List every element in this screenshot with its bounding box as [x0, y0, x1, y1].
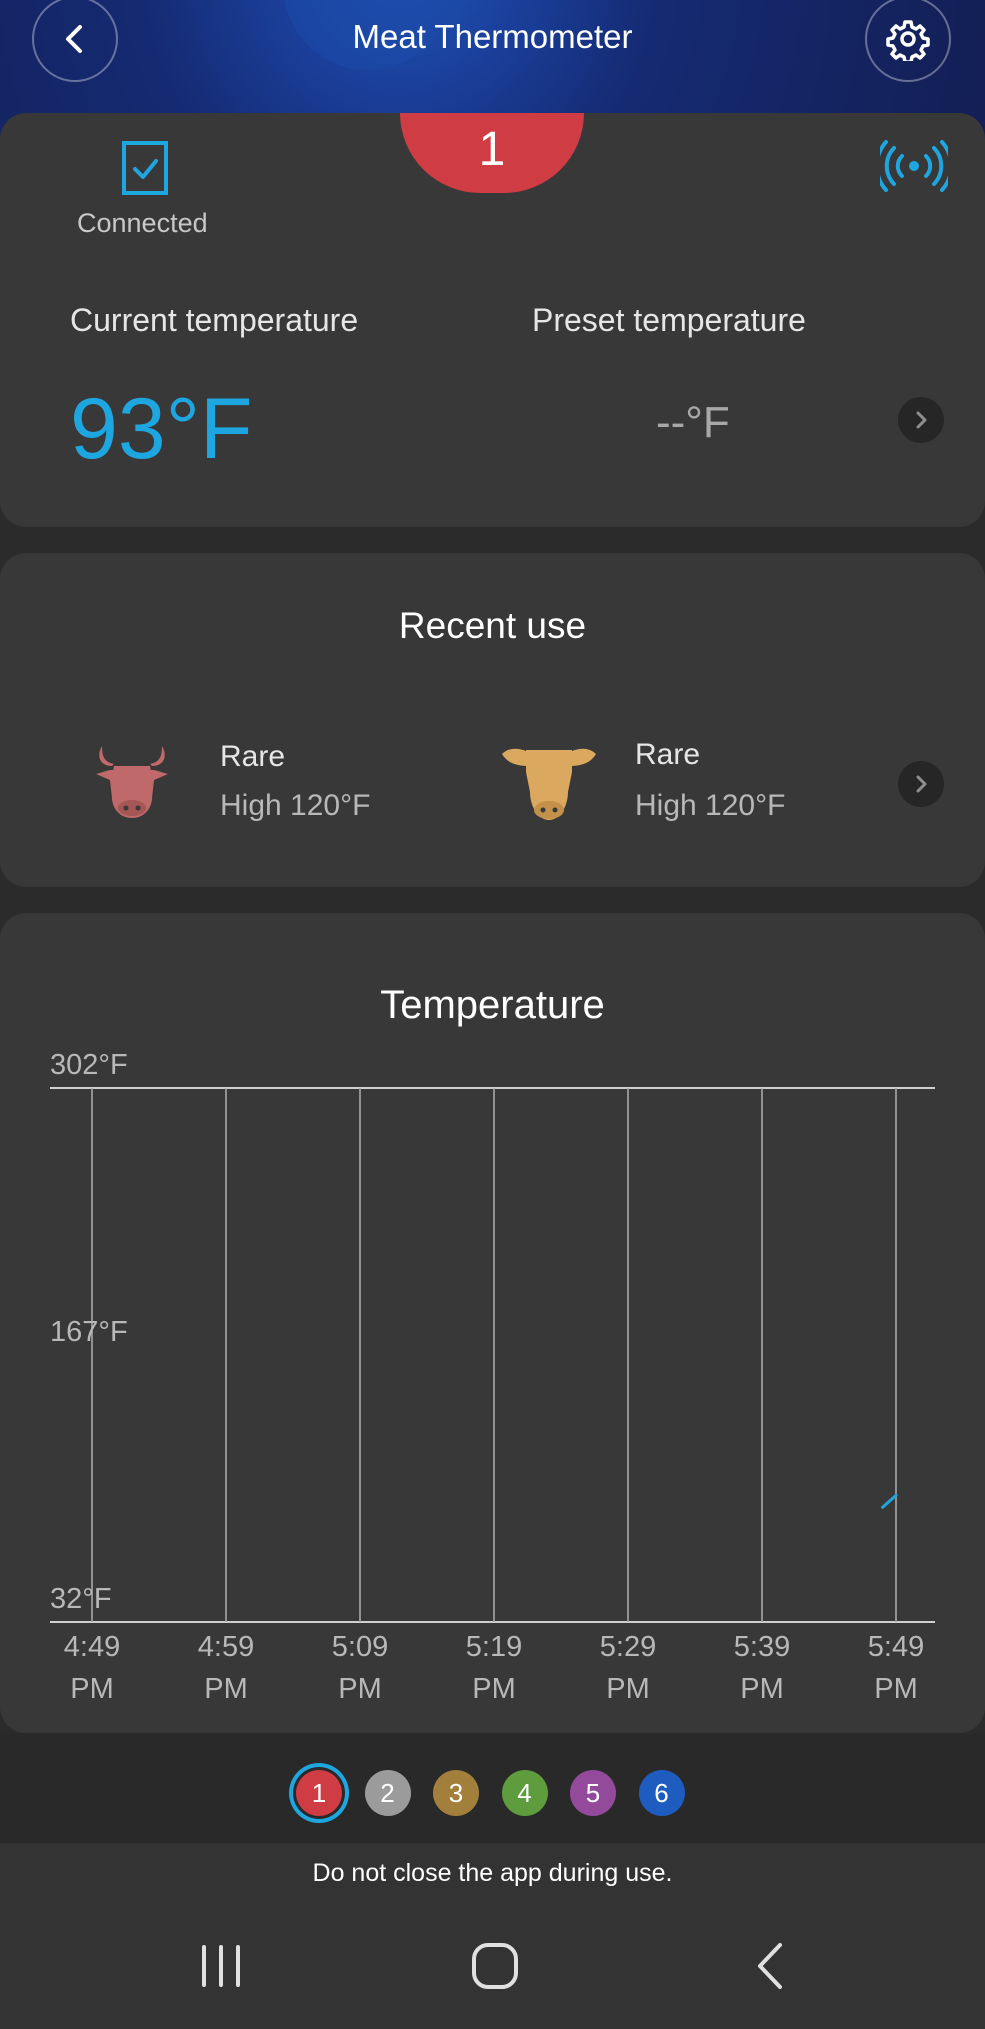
recent-use-title: Recent use	[398, 605, 587, 646]
probe-selector	[0, 1733, 985, 1843]
recent-item-doneness: Rare	[635, 738, 701, 771]
checkbox-icon	[122, 141, 168, 195]
footer-message: Do not close the app during use.	[312, 1859, 673, 1887]
probe-button-4[interactable]: 4	[501, 1770, 548, 1816]
x-tick-period: PM	[606, 1673, 650, 1700]
x-tick-label: 4:49	[64, 1631, 120, 1663]
y-tick-label: 32°F	[50, 1583, 112, 1615]
x-tick-period: PM	[472, 1673, 516, 1700]
x-tick-label: 5:19	[466, 1631, 522, 1663]
gear-icon	[886, 20, 930, 61]
recent-item-doneness: Rare	[220, 740, 286, 773]
back-nav-icon[interactable]	[748, 1941, 798, 1991]
preset-temperature-value[interactable]: --°F	[656, 398, 730, 448]
x-tick-label: 4:59	[198, 1631, 254, 1663]
settings-button[interactable]	[865, 0, 951, 82]
temperature-chart: 4:49 PM 4:59 PM 5:09 PM 5:19 PM 5:29 PM 5:39 PM 5:49…	[50, 1049, 935, 1700]
wireless-signal-icon[interactable]	[880, 140, 948, 192]
x-tick-period: PM	[874, 1673, 918, 1700]
recent-apps-icon[interactable]	[196, 1941, 246, 1991]
x-tick-label: 5:39	[734, 1631, 790, 1663]
system-navigation-bar	[0, 1903, 985, 2029]
recent-use-more-button[interactable]	[898, 761, 944, 807]
probe-button-1[interactable]: 1	[296, 1770, 342, 1816]
recent-use-card	[0, 553, 985, 887]
cow-head-icon	[502, 748, 596, 820]
connection-status: Connected	[77, 208, 208, 238]
page-title: Meat Thermometer	[352, 18, 633, 55]
probe-button-5[interactable]: 5	[570, 1770, 616, 1816]
bull-head-icon	[96, 746, 168, 818]
probe-button-6[interactable]: 6	[638, 1770, 685, 1816]
home-icon[interactable]	[470, 1941, 520, 1991]
x-tick-label: 5:49	[868, 1631, 924, 1663]
probe-button-3[interactable]: 3	[433, 1770, 479, 1816]
chart-title: Temperature	[380, 983, 605, 1027]
preset-temperature-button[interactable]	[898, 397, 944, 443]
chevron-right-icon	[916, 775, 927, 793]
y-tick-label: 302°F	[50, 1049, 128, 1081]
x-tick-period: PM	[204, 1673, 248, 1700]
chevron-right-icon	[916, 411, 927, 429]
recent-item-detail: High 120°F	[635, 789, 786, 822]
probe-button-2[interactable]: 2	[364, 1770, 411, 1816]
x-tick-period: PM	[338, 1673, 382, 1700]
x-tick-label: 5:09	[332, 1631, 388, 1663]
current-temperature-label: Current temperature	[70, 302, 359, 338]
temperature-series-line	[881, 1493, 898, 1509]
y-tick-label: 167°F	[50, 1316, 128, 1348]
x-tick-period: PM	[740, 1673, 784, 1700]
preset-temperature-label: Preset temperature	[532, 302, 806, 338]
recent-item-detail: High 120°F	[220, 789, 371, 822]
current-temperature-value: 93°F	[70, 381, 253, 477]
footer-bar: Do not close the app during use.	[0, 1843, 985, 1903]
x-tick-label: 5:29	[600, 1631, 656, 1663]
x-tick-period: PM	[70, 1673, 114, 1700]
